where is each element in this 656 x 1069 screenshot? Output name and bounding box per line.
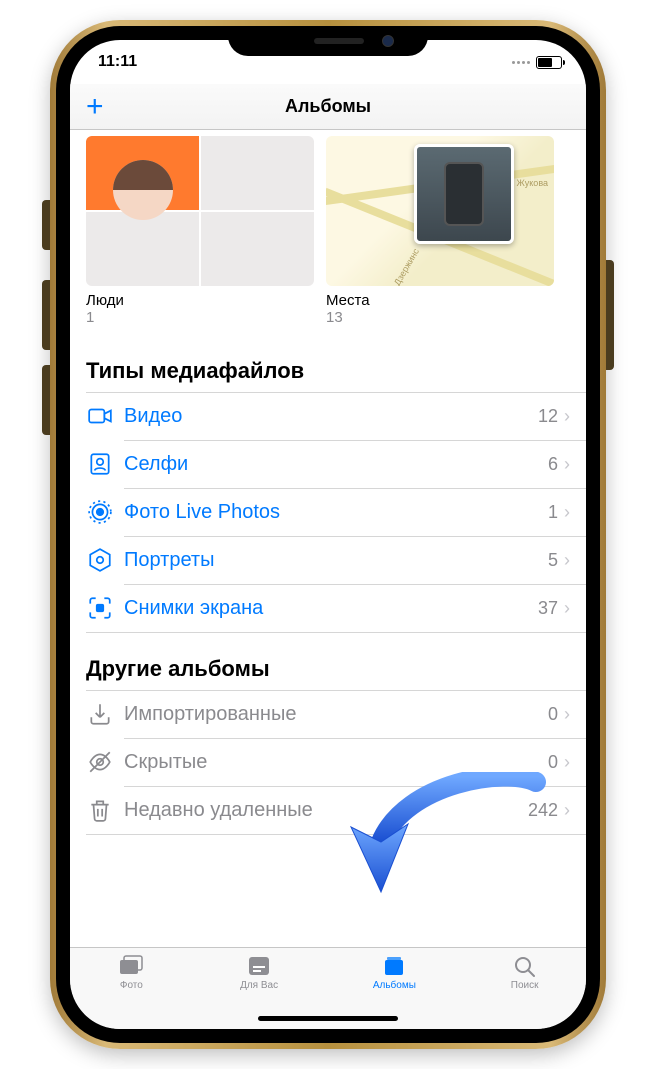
chevron-right-icon: › (564, 406, 570, 427)
tab-search[interactable]: Поиск (511, 954, 539, 991)
album-count: 13 (326, 309, 554, 326)
row-video[interactable]: Видео 12 › (70, 392, 586, 440)
row-count: 0 (548, 704, 558, 725)
side-button (42, 200, 50, 250)
signal-icon (512, 61, 530, 64)
row-label: Снимки экрана (124, 597, 538, 620)
album-people[interactable]: Люди 1 (86, 136, 314, 326)
side-button (606, 260, 614, 370)
search-icon (511, 954, 539, 978)
chevron-right-icon: › (564, 800, 570, 821)
section-header-other: Другие альбомы (70, 632, 586, 690)
nav-title: Альбомы (285, 96, 371, 117)
albums-icon (380, 954, 408, 978)
row-label: Импортированные (124, 703, 548, 726)
section-header-media-types: Типы медиафайлов (70, 334, 586, 392)
row-recently-deleted[interactable]: Недавно удаленные 242 › (70, 786, 586, 834)
home-indicator[interactable] (258, 1016, 398, 1021)
album-places[interactable]: т Жукова Дзержинс Места 13 (326, 136, 554, 326)
row-label: Селфи (124, 453, 548, 476)
row-selfie[interactable]: Селфи 6 › (70, 440, 586, 488)
row-screenshots[interactable]: Снимки экрана 37 › (70, 584, 586, 632)
content-scroll[interactable]: Люди 1 т Жукова Дзержинс Места 13 (70, 130, 586, 947)
selfie-icon (86, 451, 114, 477)
row-hidden[interactable]: Скрытые 0 › (70, 738, 586, 786)
album-count: 1 (86, 309, 314, 326)
row-count: 5 (548, 550, 558, 571)
chevron-right-icon: › (564, 550, 570, 571)
status-time: 11:11 (98, 53, 137, 71)
tab-albums[interactable]: Альбомы (373, 954, 416, 991)
album-label: Люди (86, 292, 314, 309)
row-portraits[interactable]: Портреты 5 › (70, 536, 586, 584)
phone-frame: 11:11 + Альбомы (50, 20, 606, 1049)
album-label: Места (326, 292, 554, 309)
row-count: 37 (538, 598, 558, 619)
tab-photos[interactable]: Фото (117, 954, 145, 991)
row-imported[interactable]: Импортированные 0 › (70, 690, 586, 738)
tab-label: Для Вас (240, 980, 278, 991)
chevron-right-icon: › (564, 598, 570, 619)
add-button[interactable]: + (86, 92, 104, 122)
row-live-photos[interactable]: Фото Live Photos 1 › (70, 488, 586, 536)
portrait-icon (86, 547, 114, 573)
chevron-right-icon: › (564, 502, 570, 523)
foryou-icon (245, 954, 273, 978)
nav-bar: + Альбомы (70, 84, 586, 130)
tab-label: Альбомы (373, 980, 416, 991)
hidden-icon (86, 749, 114, 775)
row-count: 0 (548, 752, 558, 773)
chevron-right-icon: › (564, 704, 570, 725)
row-count: 12 (538, 406, 558, 427)
photos-icon (117, 954, 145, 978)
chevron-right-icon: › (564, 454, 570, 475)
battery-icon (536, 56, 562, 69)
people-thumbnail (86, 136, 314, 286)
places-thumbnail: т Жукова Дзержинс (326, 136, 554, 286)
tab-label: Поиск (511, 980, 539, 991)
row-label: Портреты (124, 549, 548, 572)
tab-bar: Фото Для Вас Альбомы Поиск (70, 947, 586, 1007)
chevron-right-icon: › (564, 752, 570, 773)
row-label: Недавно удаленные (124, 799, 528, 822)
row-count: 6 (548, 454, 558, 475)
side-button (42, 280, 50, 350)
notch (228, 26, 428, 56)
row-label: Фото Live Photos (124, 501, 548, 524)
row-count: 1 (548, 502, 558, 523)
import-icon (86, 701, 114, 727)
tab-label: Фото (120, 980, 143, 991)
video-icon (86, 403, 114, 429)
row-count: 242 (528, 800, 558, 821)
row-label: Видео (124, 405, 538, 428)
live-photos-icon (86, 499, 114, 525)
tab-foryou[interactable]: Для Вас (240, 954, 278, 991)
side-button (42, 365, 50, 435)
screenshot-icon (86, 595, 114, 621)
trash-icon (86, 797, 114, 823)
row-label: Скрытые (124, 751, 548, 774)
home-indicator-area (70, 1007, 586, 1029)
